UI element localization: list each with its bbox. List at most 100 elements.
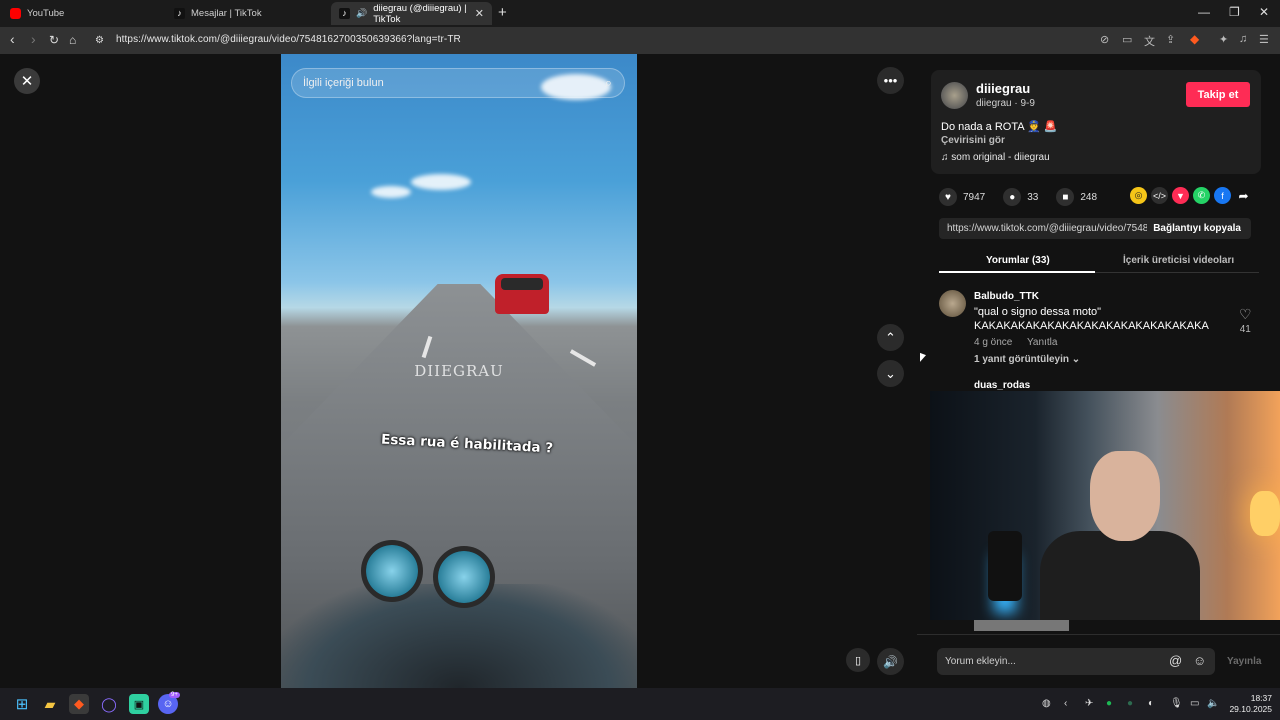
emoji-icon[interactable]: ☺: [1193, 653, 1206, 668]
comment-username[interactable]: duas_rodas: [974, 380, 1030, 391]
tray-app-icon[interactable]: ◍: [1042, 698, 1051, 709]
share-icon[interactable]: ➦: [1235, 187, 1252, 204]
chevron-left-icon[interactable]: ‹: [1064, 698, 1067, 709]
share-row: ◎ </> ▼ ✆ f ➦: [1130, 187, 1252, 204]
video-stage: ✕ İlgili içeriği bulun ⌕ DIIEGRAU Essa r…: [0, 54, 917, 688]
save-stat[interactable]: ■ 248: [1056, 188, 1097, 206]
comment-avatar[interactable]: [939, 290, 966, 317]
music-label: som original - diiegrau: [951, 152, 1050, 163]
reply-button[interactable]: Yanıtla: [1027, 337, 1057, 348]
url-field[interactable]: https://www.tiktok.com/@diiiegrau/video/…: [116, 34, 461, 45]
close-window-button[interactable]: ✕: [1259, 5, 1269, 19]
comment-composer: Yorum ekleyin... @ ☺ Yayınla: [917, 634, 1280, 688]
avatar[interactable]: [941, 82, 968, 109]
menu-icon[interactable]: ☰: [1259, 33, 1269, 46]
comment-icon[interactable]: ●: [1003, 188, 1022, 206]
video-player[interactable]: İlgili içeriği bulun ⌕ DIIEGRAU Essa rua…: [281, 54, 637, 688]
media-icon[interactable]: ♫: [1239, 33, 1247, 45]
windows-start-icon[interactable]: ⊞: [12, 694, 32, 714]
microphone-icon[interactable]: 🎙: [1170, 698, 1183, 709]
clock-time: 18:37: [1250, 693, 1272, 703]
comment-text: "qual o signo dessa moto" KAKAKAKAKAKAKA…: [974, 305, 1209, 333]
gift-coin-icon[interactable]: ◎: [1130, 187, 1147, 204]
browser-tab-bar: YouTube ♪ Mesajlar | TikTok ♪ 🔊 diiegrau…: [0, 0, 1280, 27]
spotify-icon[interactable]: ●: [1106, 698, 1112, 709]
network-icon[interactable]: ▭: [1190, 698, 1199, 709]
volume-tray-icon[interactable]: 🔈: [1207, 698, 1219, 709]
address-bar: ‹ › ↻ ⌂ ⚙ https://www.tiktok.com/@diiieg…: [0, 27, 1280, 54]
person-face: [1090, 451, 1160, 541]
see-translation-link[interactable]: Çevirisini gör: [941, 135, 1005, 146]
like-stat[interactable]: ♥ 7947: [939, 188, 985, 206]
video-description: Do nada a ROTA 👮 🚨: [941, 121, 1058, 133]
app-icon[interactable]: ▣: [129, 694, 149, 714]
comment-image-strip: [974, 620, 1069, 631]
comment-input[interactable]: Yorum ekleyin... @ ☺: [937, 648, 1215, 675]
copy-link-button[interactable]: Bağlantıyı kopyala: [1153, 223, 1241, 234]
forward-icon[interactable]: ›: [31, 31, 36, 47]
tab-creator-videos[interactable]: İçerik üreticisi videoları: [1123, 255, 1234, 266]
brave-browser-icon[interactable]: ◆: [69, 694, 89, 714]
minimize-button[interactable]: —: [1198, 5, 1210, 19]
embed-icon[interactable]: </>: [1151, 187, 1168, 204]
tachometer: [433, 546, 495, 608]
reload-icon[interactable]: ↻: [49, 33, 59, 47]
heart-outline-icon[interactable]: ♡: [1239, 306, 1252, 322]
report-icon[interactable]: ▯: [846, 648, 870, 672]
heart-icon[interactable]: ♥: [939, 188, 957, 206]
close-icon[interactable]: ✕: [14, 68, 40, 94]
next-video-button[interactable]: ⌄: [877, 360, 904, 387]
no-track-icon[interactable]: ⊘: [1100, 33, 1109, 46]
view-replies-button[interactable]: 1 yanıt görüntüleyin ⌄: [974, 354, 1080, 365]
steam-icon[interactable]: ◐: [1148, 698, 1154, 709]
active-tab-indicator: [939, 271, 1095, 273]
mention-icon[interactable]: @: [1169, 653, 1182, 668]
whatsapp-icon[interactable]: ✆: [1193, 187, 1210, 204]
send-icon[interactable]: ▼: [1172, 187, 1189, 204]
tray-app-icon[interactable]: ●: [1127, 698, 1133, 709]
tab-youtube[interactable]: YouTube: [2, 2, 166, 25]
post-button[interactable]: Yayınla: [1227, 656, 1261, 667]
share-link-url[interactable]: https://www.tiktok.com/@diiiegrau/video/…: [947, 223, 1147, 234]
music-link[interactable]: ♫ som original - diiegrau: [941, 152, 1050, 163]
bookmark-icon[interactable]: ■: [1056, 188, 1075, 206]
back-icon[interactable]: ‹: [10, 31, 15, 47]
like-count: 7947: [963, 191, 986, 203]
panel-tabs: Yorumlar (33) İçerik üreticisi videoları: [939, 249, 1259, 273]
more-options-icon[interactable]: •••: [877, 67, 904, 94]
tab-comments[interactable]: Yorumlar (33): [986, 255, 1050, 266]
tab-tiktok-video[interactable]: ♪ 🔊 diiegrau (@diiiegrau) | TikTok ✕: [331, 2, 492, 25]
share-page-icon[interactable]: ⇪: [1166, 33, 1175, 46]
brave-shield-icon[interactable]: ◆: [1190, 32, 1199, 46]
tab-messages[interactable]: ♪ Mesajlar | TikTok: [166, 2, 330, 25]
comment-username[interactable]: Balbudo_TTK: [974, 291, 1039, 302]
video-search-box[interactable]: İlgili içeriği bulun ⌕: [291, 68, 625, 98]
comment-like[interactable]: ♡ 41: [1239, 306, 1252, 335]
author-name[interactable]: diiiegrau: [976, 81, 1030, 96]
facebook-icon[interactable]: f: [1214, 187, 1231, 204]
music-note-icon: ♫: [941, 152, 949, 163]
restore-button[interactable]: ❐: [1229, 5, 1240, 19]
follow-button[interactable]: Takip et: [1186, 82, 1250, 107]
new-tab-button[interactable]: +: [498, 4, 507, 21]
cortana-icon[interactable]: ◯: [99, 694, 119, 714]
tray-app-icon[interactable]: ✈: [1085, 698, 1093, 709]
file-explorer-icon[interactable]: ▰: [40, 694, 60, 714]
site-settings-icon[interactable]: ⚙: [95, 35, 104, 46]
taskbar: ⊞ ▰ ◆ ◯ ▣ ☺ 9+ ◍ ‹ ✈ ● ● ◐ 🎙 ▭ 🔈 18:37 2…: [0, 688, 1280, 720]
system-clock[interactable]: 18:37 29.10.2025: [1222, 693, 1272, 715]
author-subtitle: diiegrau · 9-9: [976, 98, 1035, 109]
home-icon[interactable]: ⌂: [69, 33, 76, 47]
clock-date: 29.10.2025: [1229, 704, 1272, 714]
cast-icon[interactable]: ▭: [1122, 33, 1132, 46]
translate-icon[interactable]: 文: [1144, 33, 1155, 49]
comment-stat[interactable]: ● 33: [1003, 188, 1038, 206]
close-tab-icon[interactable]: ✕: [475, 7, 484, 20]
extensions-icon[interactable]: ✦: [1219, 33, 1228, 46]
volume-icon[interactable]: 🔊: [877, 648, 904, 675]
search-icon[interactable]: ⌕: [605, 75, 612, 91]
previous-video-button[interactable]: ⌃: [877, 324, 904, 351]
mouse-cursor: [920, 352, 926, 365]
comment-count: 33: [1027, 191, 1039, 203]
speaker-icon: 🔊: [356, 8, 368, 18]
